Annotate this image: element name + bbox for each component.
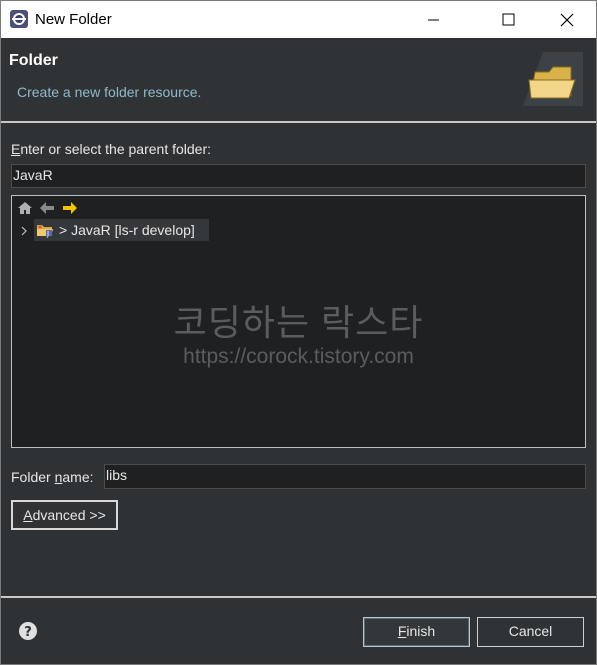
advanced-label: dvanced >> — [32, 507, 106, 523]
svg-text:?: ? — [24, 625, 32, 640]
folder-tree[interactable]: J > JavaR [ls-r develop] 코딩하는 락스타 https:… — [11, 195, 586, 448]
parent-label-mnemonic: E — [11, 141, 21, 157]
home-icon[interactable] — [17, 201, 33, 215]
cancel-button[interactable]: Cancel — [477, 617, 584, 647]
close-icon — [560, 13, 574, 27]
maximize-icon — [502, 13, 515, 26]
finish-label: inish — [406, 623, 436, 639]
folder-banner-icon — [523, 52, 583, 106]
finish-button[interactable]: Finish — [363, 617, 470, 647]
folder-label-rest: ame: — [62, 469, 94, 485]
header-separator — [1, 121, 596, 123]
parent-folder-label: Enter or select the parent folder: — [11, 141, 211, 157]
advanced-button[interactable]: Advanced >> — [11, 500, 118, 530]
back-arrow-icon[interactable] — [39, 201, 55, 215]
watermark-title: 코딩하는 락스타 — [173, 302, 424, 343]
title-bar[interactable]: New Folder — [1, 1, 596, 38]
header-description: Create a new folder resource. — [17, 84, 202, 100]
project-folder-icon: J — [37, 225, 53, 238]
minimize-button[interactable] — [421, 1, 479, 38]
forward-arrow-icon[interactable] — [62, 201, 78, 215]
folder-label-prefix: Folder — [11, 469, 55, 485]
tree-node-javar[interactable]: J > JavaR [ls-r develop] — [34, 219, 209, 241]
parent-folder-input[interactable]: JavaR — [11, 164, 586, 188]
expand-chevron-icon[interactable] — [19, 225, 29, 237]
header-title: Folder — [9, 52, 58, 69]
minimize-icon — [428, 19, 439, 21]
svg-text:J: J — [46, 230, 49, 238]
close-button[interactable] — [538, 1, 596, 38]
tree-node-label: > JavaR [ls-r develop] — [59, 222, 195, 238]
advanced-mnemonic: A — [23, 507, 33, 523]
help-icon[interactable]: ? — [17, 620, 39, 642]
wizard-header: Folder Create a new folder resource. — [1, 38, 596, 121]
folder-name-label: Folder name: — [11, 469, 94, 485]
watermark-url: https://corock.tistory.com — [183, 345, 414, 368]
parent-label-rest: nter or select the parent folder: — [20, 141, 212, 157]
eclipse-app-icon — [10, 10, 28, 28]
new-folder-dialog: New Folder Folder Create a new folder re… — [0, 0, 597, 665]
maximize-button[interactable] — [479, 1, 537, 38]
window-title: New Folder — [35, 11, 112, 28]
folder-name-input[interactable]: libs — [104, 464, 586, 489]
footer-separator — [1, 596, 596, 598]
